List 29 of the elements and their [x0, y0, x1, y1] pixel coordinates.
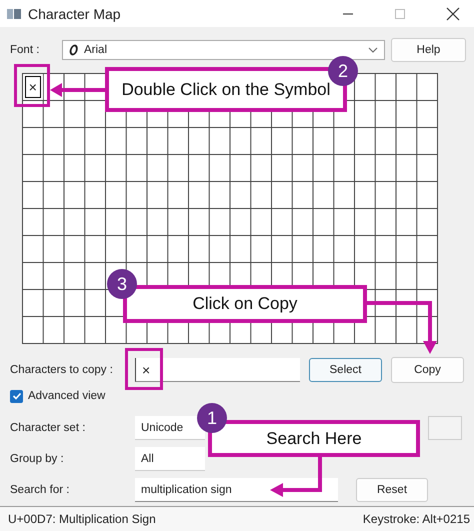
search-field[interactable]: multiplication sign [135, 478, 338, 502]
characters-to-copy-field[interactable]: × [135, 358, 300, 382]
character-info-text: U+00D7: Multiplication Sign [8, 512, 156, 526]
window-title: Character Map [28, 6, 121, 22]
character-cell[interactable]: × [23, 74, 43, 100]
keystroke-text: Keystroke: Alt+0215 [362, 512, 470, 526]
chevron-down-icon [368, 47, 378, 54]
close-icon[interactable] [446, 6, 460, 21]
highlight-frame [125, 348, 163, 390]
font-dropdown[interactable]: Arial [62, 40, 385, 60]
character-set-dropdown[interactable]: Unicode [135, 416, 205, 440]
arrow-leader [367, 301, 437, 354]
reset-button[interactable]: Reset [356, 478, 428, 502]
font-type-icon [69, 44, 79, 56]
search-for-label: Search for : [10, 484, 70, 496]
arrow-leader [270, 457, 322, 497]
copy-button[interactable]: Copy [391, 357, 464, 384]
group-by-label: Group by : [10, 453, 65, 466]
help-button[interactable]: Help [391, 38, 466, 62]
app-icon [6, 6, 22, 21]
group-by-dropdown[interactable]: All [135, 447, 205, 472]
highlight-frame [14, 64, 50, 107]
advanced-view-label: Advanced view [28, 390, 106, 402]
character-set-label: Character set : [10, 422, 86, 434]
select-button[interactable]: Select [309, 358, 382, 382]
font-label: Font : [10, 44, 40, 56]
characters-to-copy-label: Characters to copy : [10, 364, 114, 376]
go-to-unicode-field[interactable] [428, 416, 462, 440]
advanced-view-checkbox[interactable] [10, 390, 23, 403]
